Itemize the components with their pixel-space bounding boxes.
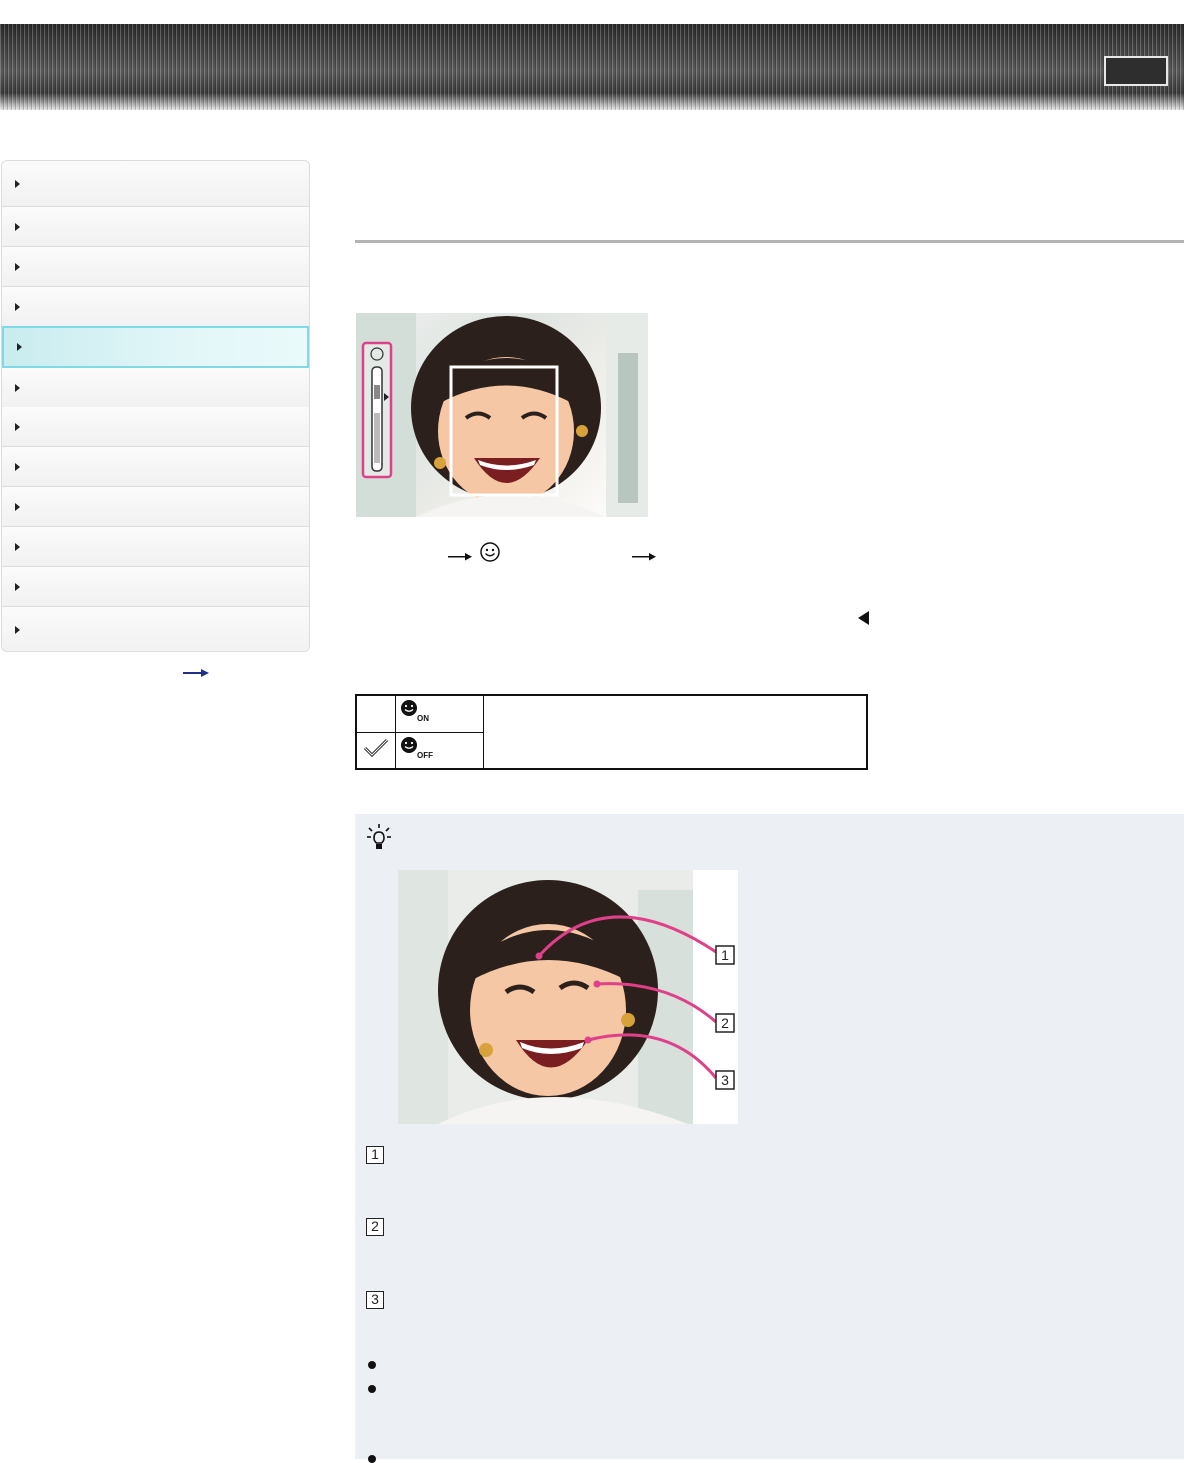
triangle-right-icon bbox=[15, 222, 20, 231]
hint-number-box: 1 bbox=[366, 1146, 384, 1164]
on-label: ON bbox=[417, 714, 429, 723]
bullet-icon bbox=[368, 1455, 376, 1463]
smile-on-icon: ON bbox=[401, 700, 429, 723]
triangle-right-icon bbox=[17, 343, 22, 351]
arrow-right-icon bbox=[448, 553, 472, 561]
triangle-right-icon bbox=[15, 626, 20, 634]
off-label: OFF bbox=[417, 751, 433, 760]
sidebar-item-11[interactable] bbox=[2, 567, 309, 607]
sidebar-item-1[interactable] bbox=[2, 161, 309, 207]
smile-shutter-screen-image bbox=[356, 313, 648, 517]
triangle-right-icon bbox=[15, 302, 20, 311]
hint-number-box: 2 bbox=[366, 1218, 384, 1236]
triangle-right-icon bbox=[15, 262, 20, 271]
triangle-right-icon bbox=[15, 422, 20, 431]
callout-number: 2 bbox=[721, 1015, 729, 1031]
triangle-right-icon bbox=[15, 582, 20, 591]
triangle-right-icon bbox=[15, 179, 20, 188]
child-face-illustration bbox=[356, 313, 648, 517]
sidebar-item-2[interactable] bbox=[2, 207, 309, 247]
page-header bbox=[0, 24, 1184, 110]
section-divider bbox=[355, 240, 1184, 243]
child-face-callout-illustration: 1 2 3 bbox=[398, 870, 735, 1124]
check-cell bbox=[355, 731, 396, 770]
sidebar-item-10[interactable] bbox=[2, 527, 309, 567]
hint-number-box: 3 bbox=[366, 1291, 384, 1309]
smile-detection-diagram: 1 2 3 bbox=[398, 870, 738, 1124]
triangle-right-icon bbox=[15, 502, 20, 511]
bullet-icon bbox=[368, 1385, 376, 1393]
options-table: ON OFF bbox=[355, 694, 868, 770]
sidebar-item-3[interactable] bbox=[2, 247, 309, 287]
sidebar-item-5-active[interactable] bbox=[2, 326, 309, 368]
icon-cell: OFF bbox=[395, 731, 484, 770]
check-cell bbox=[355, 694, 396, 733]
sidebar-item-12[interactable] bbox=[2, 607, 309, 651]
callout-number: 3 bbox=[721, 1072, 729, 1088]
sidebar-item-4[interactable] bbox=[2, 287, 309, 327]
triangle-right-icon bbox=[15, 383, 20, 392]
sidebar-item-6[interactable] bbox=[2, 368, 309, 408]
sidebar-item-8[interactable] bbox=[2, 447, 309, 487]
checkmark-icon bbox=[363, 738, 389, 757]
hint-lightbulb-icon bbox=[367, 824, 391, 849]
triangle-left-icon bbox=[858, 611, 869, 625]
table-row[interactable]: ON bbox=[355, 694, 868, 770]
bullet-icon bbox=[368, 1361, 376, 1369]
sidebar-nav bbox=[1, 160, 310, 652]
triangle-right-icon bbox=[15, 542, 20, 551]
sidebar-item-9[interactable] bbox=[2, 487, 309, 527]
description-cell bbox=[483, 694, 868, 770]
arrow-right-icon[interactable] bbox=[183, 669, 209, 677]
arrow-right-icon bbox=[632, 553, 656, 561]
sidebar-item-7[interactable] bbox=[2, 407, 309, 447]
header-button[interactable] bbox=[1104, 56, 1168, 86]
triangle-right-icon bbox=[15, 462, 20, 471]
smile-face-icon bbox=[480, 542, 500, 562]
icon-cell: ON bbox=[395, 694, 484, 733]
smile-off-icon: OFF bbox=[401, 736, 433, 760]
callout-number: 1 bbox=[721, 947, 729, 963]
